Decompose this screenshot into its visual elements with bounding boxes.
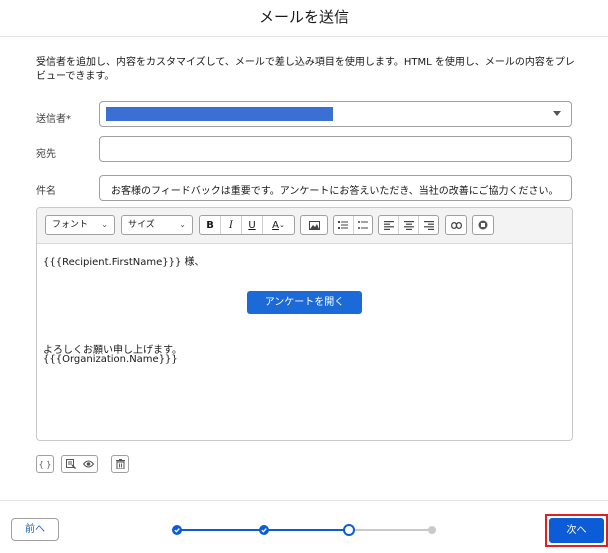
image-group xyxy=(300,215,328,235)
align-right-button[interactable] xyxy=(419,216,438,234)
font-family-label: フォント xyxy=(52,220,89,230)
step-3-current[interactable] xyxy=(343,524,355,536)
subject-input[interactable]: お客様のフィードバックは重要です。アンケートにお答えいただき、当社の改善にご協力… xyxy=(99,175,572,201)
check-icon xyxy=(174,528,180,533)
list-group xyxy=(333,215,373,235)
editor-toolbar: フォント ⌄ サイズ ⌄ B I U A ⌄ xyxy=(37,208,572,244)
align-left-button[interactable] xyxy=(379,216,399,234)
remove-format-button[interactable] xyxy=(473,216,493,234)
rich-text-editor[interactable]: フォント ⌄ サイズ ⌄ B I U A ⌄ {{{Recipient.Firs… xyxy=(36,207,573,441)
clear-format-group xyxy=(472,215,494,235)
back-button[interactable]: 前へ xyxy=(11,518,59,541)
delete-icon xyxy=(115,459,125,469)
to-input[interactable] xyxy=(99,136,572,162)
signature-text: {{{Organization.Name}}} xyxy=(43,354,178,365)
insert-link-button[interactable] xyxy=(446,216,466,234)
preview-button[interactable] xyxy=(82,460,94,468)
link-icon xyxy=(450,221,462,229)
underline-button[interactable]: U xyxy=(242,216,263,234)
merge-field-button[interactable]: { } xyxy=(36,455,54,473)
insert-template-button[interactable] xyxy=(65,459,76,469)
bulleted-list-icon xyxy=(357,220,368,229)
font-size-select[interactable]: サイズ ⌄ xyxy=(121,215,193,235)
subject-value: お客様のフィードバックは重要です。アンケートにお答えいただき、当社の改善にご協力… xyxy=(111,186,559,197)
chevron-down-icon: ⌄ xyxy=(179,220,186,229)
remove-format-icon xyxy=(478,220,488,230)
dialog-title: メールを送信 xyxy=(258,8,349,26)
step-1-complete[interactable] xyxy=(172,525,182,535)
delete-button[interactable] xyxy=(111,455,129,473)
align-group xyxy=(378,215,439,235)
description-text: 受信者を追加し、内容をカスタマイズして、メールで差し込み項目を使用します。HTM… xyxy=(36,57,575,82)
to-label: 宛先 xyxy=(36,149,56,160)
from-select[interactable] xyxy=(99,101,572,127)
progress-line-done-1 xyxy=(177,529,264,531)
open-survey-button[interactable]: アンケートを開く xyxy=(247,291,362,314)
text-color-label: A xyxy=(272,219,279,231)
numbered-list-button[interactable] xyxy=(334,216,354,234)
font-size-label: サイズ xyxy=(128,220,155,230)
italic-button[interactable]: I xyxy=(221,216,242,234)
progress-line-todo xyxy=(349,529,432,531)
progress-line-done-2 xyxy=(264,529,349,531)
align-left-icon xyxy=(383,220,394,230)
link-group xyxy=(445,215,467,235)
text-color-button[interactable]: A ⌄ xyxy=(263,216,294,234)
font-family-select[interactable]: フォント ⌄ xyxy=(45,215,115,235)
bulleted-list-button[interactable] xyxy=(354,216,373,234)
image-icon xyxy=(308,220,320,230)
text-format-group: B I U A ⌄ xyxy=(199,215,295,235)
from-label: 送信者* xyxy=(36,114,71,125)
header-divider xyxy=(0,36,608,37)
next-button[interactable]: 次へ xyxy=(549,518,604,543)
numbered-list-icon xyxy=(338,220,349,229)
footer-divider xyxy=(0,500,608,501)
from-selected-value xyxy=(106,107,333,121)
check-icon xyxy=(261,528,267,533)
step-2-complete[interactable] xyxy=(259,525,269,535)
bold-button[interactable]: B xyxy=(200,216,221,234)
align-center-icon xyxy=(403,220,414,230)
greeting-text: {{{Recipient.FirstName}}} 様、 xyxy=(43,257,205,268)
chevron-down-icon xyxy=(553,111,561,116)
chevron-down-icon: ⌄ xyxy=(101,220,108,229)
preview-icon xyxy=(82,460,94,468)
insert-image-button[interactable] xyxy=(301,216,327,234)
align-center-button[interactable] xyxy=(399,216,419,234)
merge-field-icon: { } xyxy=(38,459,52,469)
insert-template-icon xyxy=(65,459,76,469)
template-preview-group xyxy=(61,455,98,473)
step-4-incomplete[interactable] xyxy=(428,526,436,534)
align-right-icon xyxy=(423,220,434,230)
subject-label: 件名 xyxy=(36,186,56,197)
